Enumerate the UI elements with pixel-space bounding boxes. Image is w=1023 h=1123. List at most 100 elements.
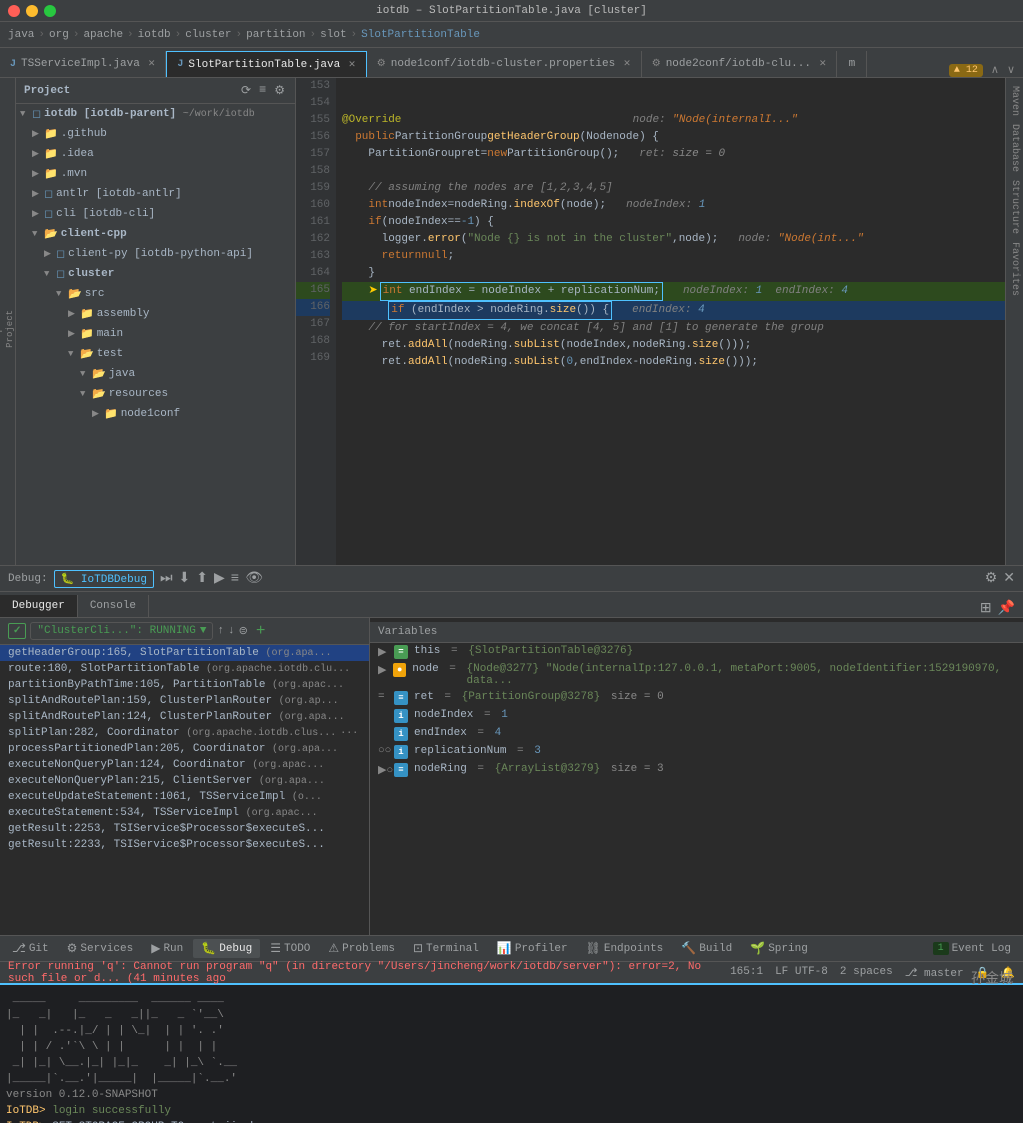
step-out-button[interactable]: ⬆ (196, 570, 208, 587)
profiler-button[interactable]: 📊 Profiler (489, 939, 576, 958)
problems-button[interactable]: ⚠ Problems (320, 939, 403, 958)
var-nodering[interactable]: ▶○○ ≡ nodeRing = {ArrayList@3279} size =… (370, 761, 1023, 779)
breadcrumb-org[interactable]: org (49, 29, 69, 41)
endpoints-button[interactable]: ⛓ Endpoints (578, 939, 672, 958)
structure-label[interactable]: Structure (1009, 180, 1020, 234)
breadcrumb-iotdb[interactable]: iotdb (138, 29, 171, 41)
add-frame-button[interactable]: + (256, 622, 266, 640)
frame-item-11[interactable]: getResult:2253, TSIService$Processor$exe… (0, 821, 369, 837)
close-debug-button[interactable]: ✕ (1003, 570, 1015, 587)
var-replicationnum[interactable]: ○○ i replicationNum = 3 (370, 743, 1023, 761)
debug-session[interactable]: 🐛 IoTDBDebug (54, 570, 154, 588)
frame-item-1[interactable]: route:180, SlotPartitionTable (org.apach… (0, 661, 369, 677)
var-this[interactable]: ▶ = this = {SlotPartitionTable@3276} (370, 643, 1023, 661)
frame-item-0[interactable]: getHeaderGroup:165, SlotPartitionTable (… (0, 645, 369, 661)
tab-maven[interactable]: m (837, 51, 867, 77)
step-over-button[interactable]: ⏭ (160, 571, 173, 587)
tree-item-test[interactable]: ▼ 📂 test (16, 344, 295, 364)
thread-dropdown[interactable]: "ClusterCli...": RUNNING ▼ (30, 622, 213, 640)
expand-icon[interactable]: ▶○○ (378, 763, 390, 777)
show-watches-button[interactable]: 👁 (245, 570, 263, 587)
frame-item-8[interactable]: executeNonQueryPlan:215, ClientServer (o… (0, 773, 369, 789)
frame-item-4[interactable]: splitAndRoutePlan:124, ClusterPlanRouter… (0, 709, 369, 725)
tab-slotpartitiontable[interactable]: J SlotPartitionTable.java ✕ (166, 51, 366, 77)
close-button[interactable] (8, 5, 20, 17)
tree-item-client-cpp[interactable]: ▼ 📂 client-cpp (16, 224, 295, 244)
fullscreen-button[interactable] (44, 5, 56, 17)
frame-item-7[interactable]: executeNonQueryPlan:124, Coordinator (or… (0, 757, 369, 773)
tree-item-main[interactable]: ▶ 📁 main (16, 324, 295, 344)
breadcrumb-java[interactable]: java (8, 29, 34, 41)
tree-item-resources[interactable]: ▼ 📂 resources (16, 384, 295, 404)
expand-all-icon[interactable]: ∨ (1007, 63, 1015, 77)
var-node[interactable]: ▶ ● node = {Node@3277} "Node(internalIp:… (370, 661, 1023, 689)
code-editor[interactable]: 153154155 156157158 159160161 162163164 … (296, 78, 1005, 565)
tree-item-mvn[interactable]: ▶ 📁 .mvn (16, 164, 295, 184)
tree-item-cluster[interactable]: ▼ ◻ cluster (16, 264, 295, 284)
settings-debug-button[interactable]: ⚙ (985, 570, 998, 587)
close-tab-icon[interactable]: ✕ (148, 59, 156, 69)
frame-item-5[interactable]: splitPlan:282, Coordinator (org.apache.i… (0, 725, 369, 741)
database-label[interactable]: Database (1009, 124, 1020, 172)
evaluate-button[interactable]: ≡ (231, 571, 239, 587)
close-tab-icon[interactable]: ✕ (623, 59, 631, 69)
tree-item-node1conf[interactable]: ▶ 📁 node1conf (16, 404, 295, 424)
settings-tree-button[interactable]: ⚙ (272, 82, 287, 99)
tab-node1conf[interactable]: ⚙ node1conf/iotdb-cluster.properties ✕ (367, 51, 642, 77)
tree-item-src[interactable]: ▼ 📂 src (16, 284, 295, 304)
minimize-button[interactable] (26, 5, 38, 17)
expand-icon[interactable]: = (378, 691, 390, 703)
expand-icon[interactable]: ▶ (378, 663, 389, 677)
code-content[interactable]: @Override node: "Node(internalI..." publ… (336, 78, 1005, 565)
expand-icon[interactable]: ○○ (378, 745, 390, 757)
pin-tab-icon[interactable]: 📌 (998, 600, 1015, 617)
tree-item-github[interactable]: ▶ 📁 .github (16, 124, 295, 144)
tree-item-idea[interactable]: ▶ 📁 .idea (16, 144, 295, 164)
services-button[interactable]: ⚙ Services (59, 939, 142, 958)
close-active-tab-icon[interactable]: ✕ (348, 60, 356, 70)
tab-tsserviceimpl[interactable]: J TSServiceImpl.java ✕ (0, 51, 166, 77)
collapse-all-icon[interactable]: ∧ (991, 63, 999, 77)
terminal-button[interactable]: ⊡ Terminal (405, 939, 487, 958)
tree-item-client-py[interactable]: ▶ ◻ client-py [iotdb-python-api] (16, 244, 295, 264)
breadcrumb-partition[interactable]: partition (246, 29, 305, 41)
var-nodeindex[interactable]: i nodeIndex = 1 (370, 707, 1023, 725)
frame-item-3[interactable]: splitAndRoutePlan:159, ClusterPlanRouter… (0, 693, 369, 709)
breadcrumb-apache[interactable]: apache (83, 29, 123, 41)
frame-item-10[interactable]: executeStatement:534, TSServiceImpl (org… (0, 805, 369, 821)
tree-item-assembly[interactable]: ▶ 📁 assembly (16, 304, 295, 324)
debugger-tab[interactable]: Debugger (0, 595, 78, 617)
tree-item-cli[interactable]: ▶ ◻ cli [iotdb-cli] (16, 204, 295, 224)
breadcrumb-slot[interactable]: slot (320, 29, 346, 41)
todo-button[interactable]: ☰ TODO (262, 939, 318, 958)
frame-item-6[interactable]: processPartitionedPlan:205, Coordinator … (0, 741, 369, 757)
run-to-cursor-button[interactable]: ▶ (214, 570, 225, 587)
frame-item-2[interactable]: partitionByPathTime:105, PartitionTable … (0, 677, 369, 693)
close-tab-icon[interactable]: ✕ (819, 59, 827, 69)
debug-button[interactable]: 🐛 Debug (193, 939, 260, 958)
step-into-button[interactable]: ⬇ (179, 570, 191, 587)
console-tab[interactable]: Console (78, 595, 149, 617)
maven-label[interactable]: Maven (1009, 86, 1020, 116)
collapse-tree-button[interactable]: ≡ (257, 82, 268, 99)
frames-filter-button[interactable]: ⊜ (239, 624, 248, 638)
var-ret[interactable]: = ≡ ret = {PartitionGroup@3278} size = 0 (370, 689, 1023, 707)
tree-item-antlr[interactable]: ▶ ◻ antlr [iotdb-antlr] (16, 184, 295, 204)
expand-icon[interactable]: ▶ (378, 645, 390, 659)
tree-item-java[interactable]: ▼ 📂 java (16, 364, 295, 384)
frame-item-12[interactable]: getResult:2233, TSIService$Processor$exe… (0, 837, 369, 853)
breadcrumb-class[interactable]: SlotPartitionTable (361, 29, 480, 41)
tree-item-iotdb-root[interactable]: ▼ ◻ iotdb [iotdb-parent] ~/work/iotdb (16, 104, 295, 124)
favorites-label[interactable]: Favorites (1009, 242, 1020, 296)
terminal-panel[interactable]: _____ _________ ______ ____ |_ _| |_ _ _… (0, 983, 1023, 1123)
event-log-button[interactable]: 1 Event Log (925, 940, 1019, 957)
var-endindex[interactable]: i endIndex = 4 (370, 725, 1023, 743)
spring-button[interactable]: 🌱 Spring (742, 939, 816, 958)
tab-node2conf[interactable]: ⚙ node2conf/iotdb-clu... ✕ (642, 51, 838, 77)
frames-down-button[interactable]: ↓ (228, 625, 235, 637)
run-button[interactable]: ▶ Run (143, 939, 191, 958)
frame-item-9[interactable]: executeUpdateStatement:1061, TSServiceIm… (0, 789, 369, 805)
frames-up-button[interactable]: ↑ (217, 625, 224, 637)
git-button[interactable]: ⎇ Git (4, 939, 57, 958)
breadcrumb-cluster[interactable]: cluster (185, 29, 231, 41)
